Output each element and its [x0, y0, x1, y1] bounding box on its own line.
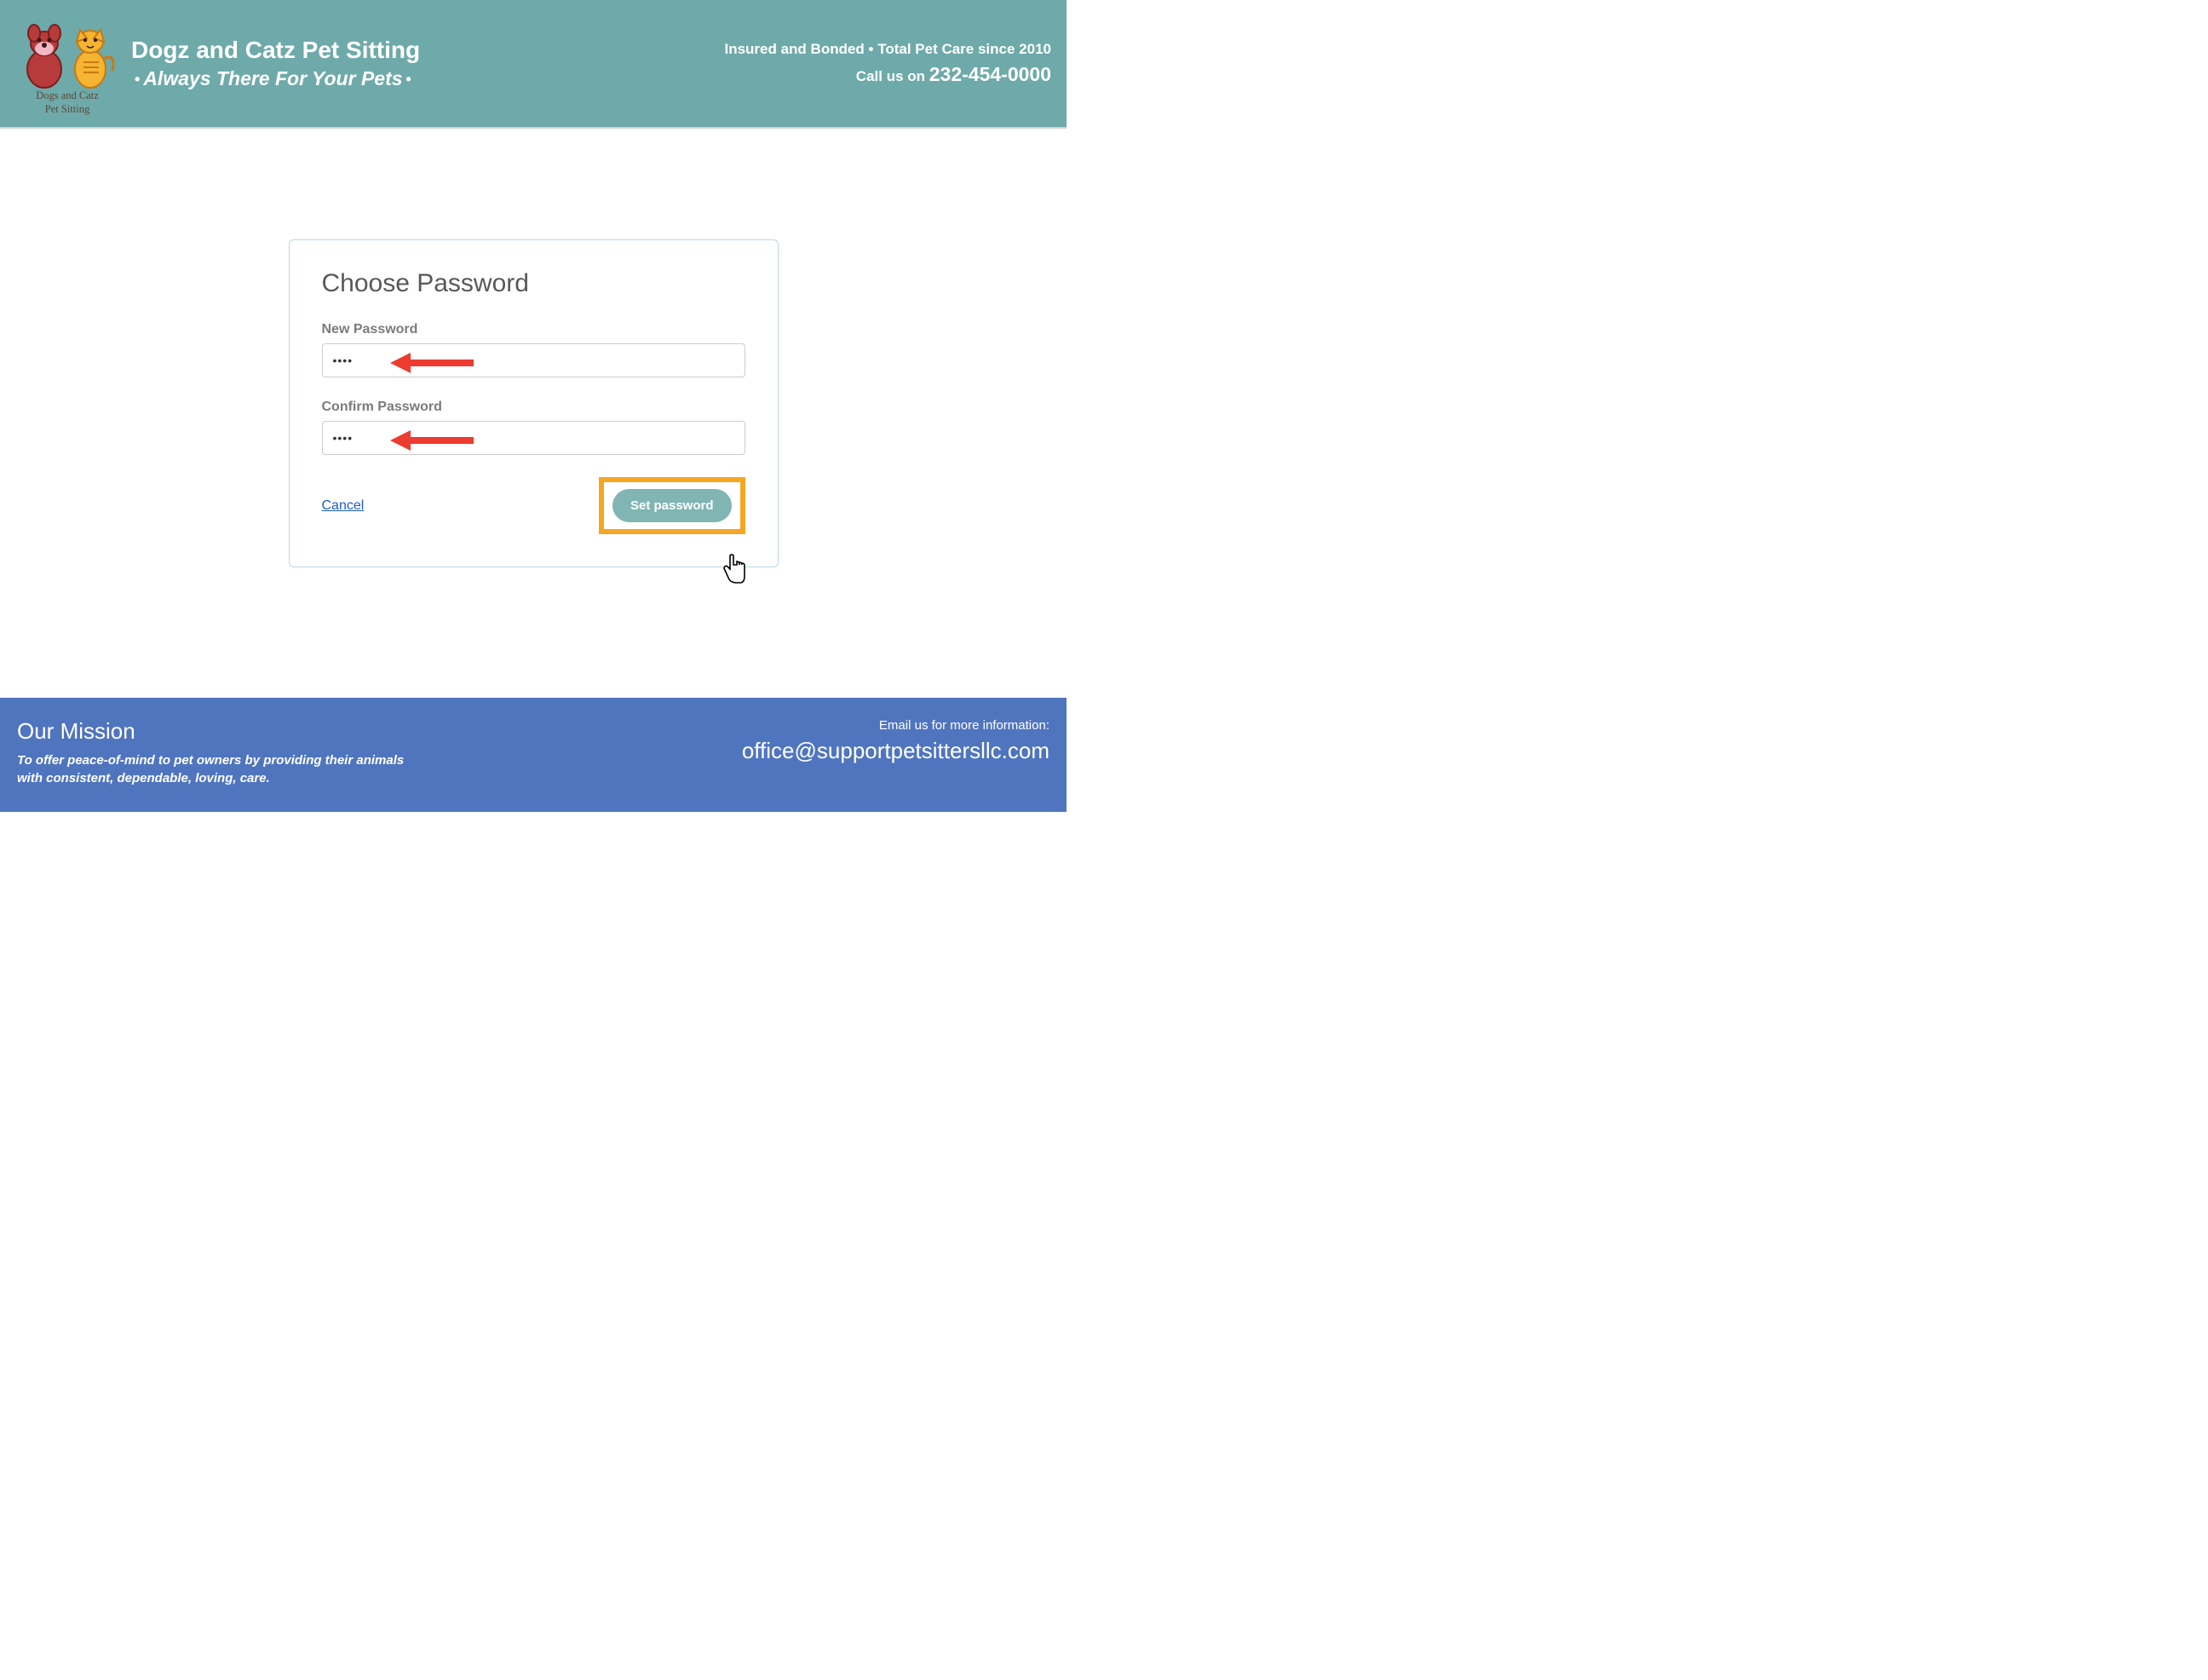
header-call-line: Call us on 232-454-0000	[724, 63, 1051, 86]
submit-highlight-box: Set password	[599, 477, 745, 534]
mission-block: Our Mission To offer peace-of-mind to pe…	[17, 718, 404, 789]
page-footer: Our Mission To offer peace-of-mind to pe…	[0, 698, 1067, 813]
confirm-password-group: Confirm Password	[322, 400, 745, 455]
confirm-password-input[interactable]	[322, 421, 745, 455]
confirm-password-label: Confirm Password	[322, 400, 745, 415]
mission-title: Our Mission	[17, 718, 404, 745]
phone-number: 232-454-0000	[929, 63, 1051, 85]
logo-caption-line1: Dogs and Catz	[36, 89, 99, 101]
card-title: Choose Password	[322, 269, 745, 298]
mission-text: To offer peace-of-mind to pet owners by …	[17, 751, 404, 789]
page-header: Dogs and Catz Pet Sitting Dogz and Catz …	[0, 0, 1067, 129]
choose-password-card: Choose Password New Password Confirm Pas…	[289, 239, 779, 567]
cancel-link[interactable]: Cancel	[322, 498, 365, 514]
main-content: Choose Password New Password Confirm Pas…	[0, 129, 1067, 567]
brand-text-block: Dogz and Catz Pet Sitting •Always There …	[131, 37, 420, 90]
new-password-label: New Password	[322, 322, 745, 337]
header-tagline: Insured and Bonded • Total Pet Care sinc…	[724, 41, 1051, 58]
logo-caption-line2: Pet Sitting	[45, 103, 89, 115]
brand-tagline: •Always There For Your Pets •	[131, 67, 420, 90]
contact-email: office@supportpetsittersllc.com	[742, 738, 1049, 764]
call-label: Call us on	[856, 68, 929, 84]
email-label: Email us for more information:	[742, 718, 1049, 733]
cursor-pointer-icon	[722, 554, 747, 589]
new-password-group: New Password	[322, 322, 745, 377]
form-actions: Cancel Set password	[322, 477, 745, 534]
header-right-block: Insured and Bonded • Total Pet Care sinc…	[724, 41, 1051, 86]
brand-title: Dogz and Catz Pet Sitting	[131, 37, 420, 64]
footer-contact-block: Email us for more information: office@su…	[742, 718, 1049, 764]
brand-logo: Dogs and Catz Pet Sitting	[15, 9, 119, 118]
new-password-input[interactable]	[322, 343, 745, 377]
set-password-button[interactable]: Set password	[612, 489, 732, 522]
logo-caption: Dogs and Catz Pet Sitting	[15, 89, 119, 117]
